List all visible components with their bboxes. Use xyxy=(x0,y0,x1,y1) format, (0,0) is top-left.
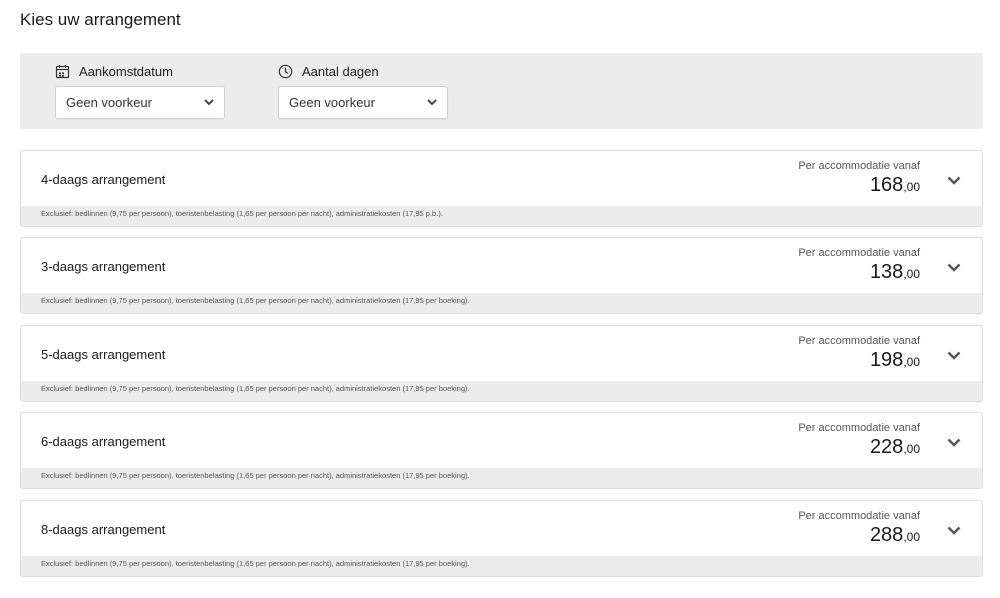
price-main: 168 xyxy=(869,174,904,196)
page-title: Kies uw arrangement xyxy=(20,10,181,29)
price-box: Per accommodatie vanaf 138,00 xyxy=(798,247,920,285)
exclusions-note: Exclusief: bedlinnen (9,75 per persoon),… xyxy=(21,293,982,313)
price: 168,00 xyxy=(798,174,920,198)
price-main: 198 xyxy=(869,349,904,371)
clock-icon xyxy=(278,64,293,79)
price: 228,00 xyxy=(798,436,920,460)
price-from-label: Per accommodatie vanaf xyxy=(798,422,920,434)
price-box: Per accommodatie vanaf 228,00 xyxy=(798,422,920,460)
price-cents: ,00 xyxy=(903,180,920,194)
days-select[interactable]: Geen voorkeur xyxy=(278,86,448,119)
days-filter: Aantal dagen Geen voorkeur xyxy=(278,63,448,119)
arrival-filter-label: Aankomstdatum xyxy=(55,63,225,79)
chevron-down-icon[interactable] xyxy=(947,176,961,185)
price-from-label: Per accommodatie vanaf xyxy=(798,335,920,347)
price-cents: ,00 xyxy=(903,530,920,544)
chevron-down-icon[interactable] xyxy=(947,438,961,447)
arrangement-title: 6-daags arrangement xyxy=(41,434,166,449)
price-from-label: Per accommodatie vanaf xyxy=(798,247,920,259)
days-label-text: Aantal dagen xyxy=(302,63,379,79)
arrangement-title: 3-daags arrangement xyxy=(41,259,166,274)
exclusions-note: Exclusief: bedlinnen (9,75 per persoon),… xyxy=(21,206,982,226)
arrangement-title: 8-daags arrangement xyxy=(41,522,166,537)
exclusions-note: Exclusief: bedlinnen (9,75 per persoon),… xyxy=(21,381,982,401)
price: 198,00 xyxy=(798,349,920,373)
exclusions-note: Exclusief: bedlinnen (9,75 per persoon),… xyxy=(21,556,982,576)
arrangement-title: 4-daags arrangement xyxy=(41,172,166,187)
price-main: 138 xyxy=(869,261,904,283)
exclusions-note: Exclusief: bedlinnen (9,75 per persoon),… xyxy=(21,468,982,488)
days-select-value: Geen voorkeur xyxy=(289,95,375,110)
arrangement-card[interactable]: 3-daags arrangement Per accommodatie van… xyxy=(20,237,983,314)
arrival-select-value: Geen voorkeur xyxy=(66,95,152,110)
price-box: Per accommodatie vanaf 168,00 xyxy=(798,160,920,198)
calendar-icon xyxy=(55,64,70,79)
arrangement-card[interactable]: 6-daags arrangement Per accommodatie van… xyxy=(20,412,983,489)
chevron-down-icon[interactable] xyxy=(947,526,961,535)
price-from-label: Per accommodatie vanaf xyxy=(798,160,920,172)
arrival-label-text: Aankomstdatum xyxy=(79,63,173,79)
arrival-select[interactable]: Geen voorkeur xyxy=(55,86,225,119)
arrangement-card[interactable]: 4-daags arrangement Per accommodatie van… xyxy=(20,150,983,227)
filter-panel: Aankomstdatum Geen voorkeur Aantal dagen… xyxy=(20,53,983,129)
price-box: Per accommodatie vanaf 288,00 xyxy=(798,510,920,548)
price-from-label: Per accommodatie vanaf xyxy=(798,510,920,522)
days-filter-label: Aantal dagen xyxy=(278,63,448,79)
arrangement-title: 5-daags arrangement xyxy=(41,347,166,362)
price: 138,00 xyxy=(798,261,920,285)
chevron-down-icon[interactable] xyxy=(947,263,961,272)
price-main: 288 xyxy=(869,524,904,546)
price-cents: ,00 xyxy=(903,442,920,456)
price-cents: ,00 xyxy=(903,355,920,369)
arrangement-card[interactable]: 5-daags arrangement Per accommodatie van… xyxy=(20,325,983,402)
chevron-down-icon xyxy=(427,99,437,106)
price-main: 228 xyxy=(869,436,904,458)
price-box: Per accommodatie vanaf 198,00 xyxy=(798,335,920,373)
price-cents: ,00 xyxy=(903,267,920,281)
price: 288,00 xyxy=(798,524,920,548)
chevron-down-icon[interactable] xyxy=(947,351,961,360)
chevron-down-icon xyxy=(204,99,214,106)
arrival-filter: Aankomstdatum Geen voorkeur xyxy=(55,63,225,119)
arrangement-card[interactable]: 8-daags arrangement Per accommodatie van… xyxy=(20,500,983,577)
